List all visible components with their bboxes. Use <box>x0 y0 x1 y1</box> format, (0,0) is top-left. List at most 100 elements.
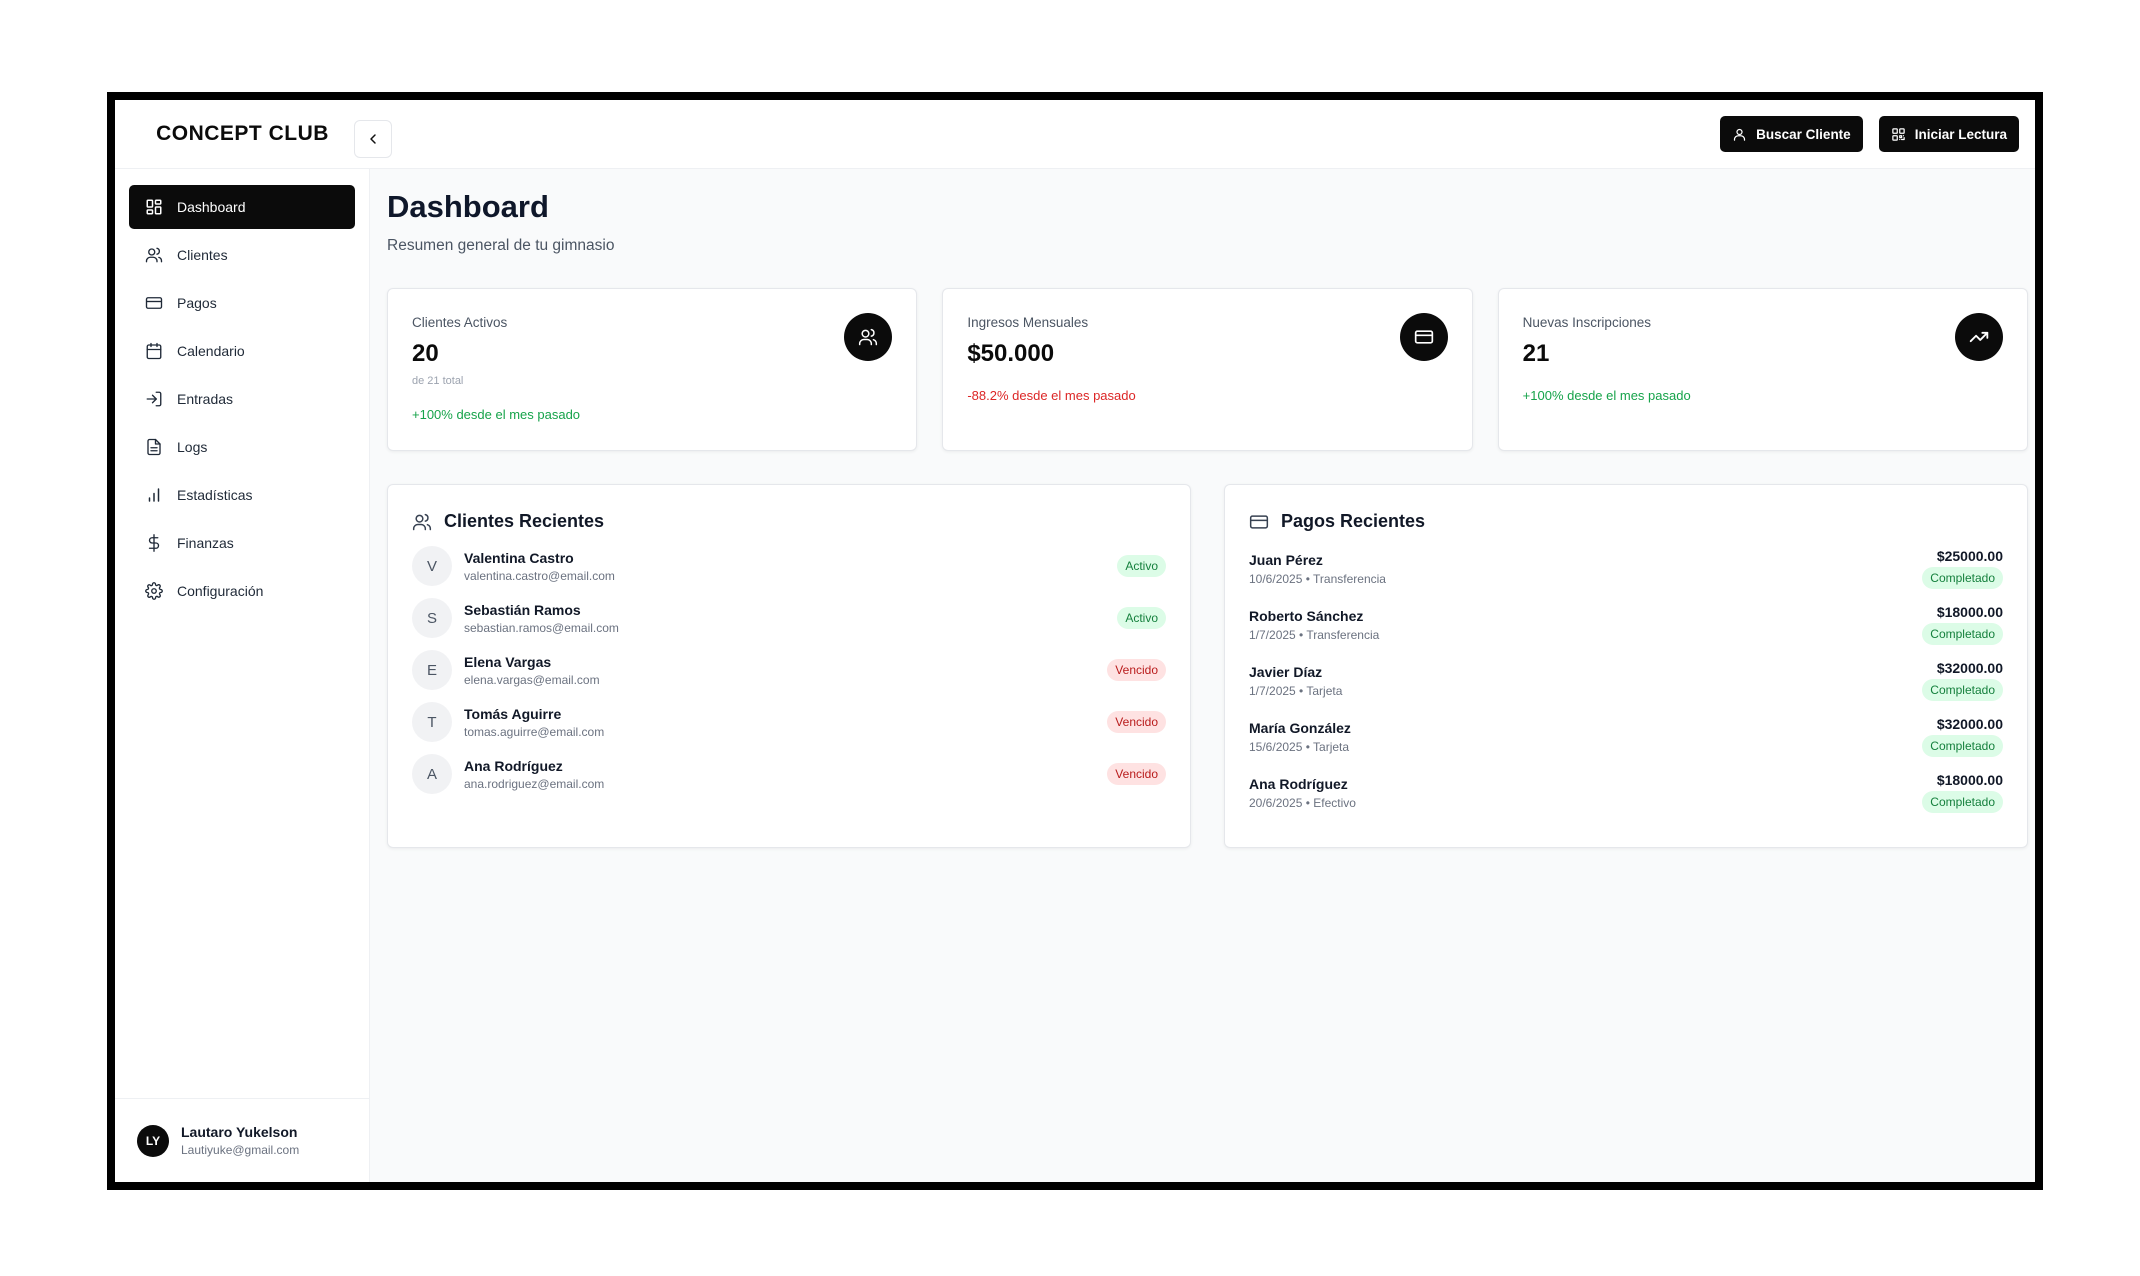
client-name: Tomás Aguirre <box>464 705 562 722</box>
users-icon <box>145 247 163 263</box>
qr-code-icon <box>1891 127 1905 141</box>
sidebar-nav: Dashboard Clientes Pagos Calendario Entr… <box>115 169 369 1098</box>
sidebar-item-finanzas[interactable]: Finanzas <box>129 521 355 565</box>
stat-change: +100% desde el mes pasado <box>1522 388 1691 403</box>
client-info: Elena Vargas elena.vargas@email.com <box>464 654 1107 687</box>
panel-header: Pagos Recientes <box>1249 511 2003 532</box>
start-reading-button[interactable]: Iniciar Lectura <box>1878 116 2019 152</box>
list-item[interactable]: A Ana Rodríguez ana.rodriguez@email.com … <box>412 754 1166 794</box>
recent-clients-panel: Clientes Recientes V Valentina Castro va… <box>387 484 1191 848</box>
list-item[interactable]: Roberto Sánchez 1/7/2025 • Transferencia… <box>1249 604 2003 649</box>
stat-card-active-clients: Clientes Activos 20 de 21 total +100% de… <box>387 288 918 451</box>
payment-info: María González 15/6/2025 • Tarjeta <box>1249 716 1351 761</box>
payment-list: Juan Pérez 10/6/2025 • Transferencia $25… <box>1249 548 2003 817</box>
top-actions: Buscar Cliente Iniciar Lectura <box>1720 116 2035 152</box>
payer-name: María González <box>1249 720 1351 736</box>
status-badge: Completado <box>1922 679 2003 701</box>
credit-card-icon <box>1414 330 1433 344</box>
avatar: V <box>412 546 452 586</box>
sidebar-item-estadisticas[interactable]: Estadísticas <box>129 473 355 517</box>
start-reading-label: Iniciar Lectura <box>1914 126 2007 142</box>
user-icon <box>1734 128 1746 141</box>
client-name: Sebastián Ramos <box>464 601 581 618</box>
list-item[interactable]: María González 15/6/2025 • Tarjeta $3200… <box>1249 716 2003 761</box>
client-email: tomas.aguirre@email.com <box>464 724 605 739</box>
search-client-label: Buscar Cliente <box>1756 126 1851 142</box>
status-badge: Completado <box>1922 567 2003 589</box>
payer-name: Javier Díaz <box>1249 664 1323 680</box>
page-subtitle: Resumen general de tu gimnasio <box>387 237 615 254</box>
list-item[interactable]: Juan Pérez 10/6/2025 • Transferencia $25… <box>1249 548 2003 593</box>
payment-meta: 1/7/2025 • Tarjeta <box>1249 684 1343 698</box>
list-item[interactable]: T Tomás Aguirre tomas.aguirre@email.com … <box>412 702 1166 742</box>
stat-sub: de 21 total <box>412 375 464 387</box>
gear-icon <box>145 582 163 600</box>
status-badge: Vencido <box>1107 711 1166 733</box>
payment-info: Roberto Sánchez 1/7/2025 • Transferencia <box>1249 604 1379 649</box>
stat-change: +100% desde el mes pasado <box>412 407 581 422</box>
sidebar-item-dashboard[interactable]: Dashboard <box>129 185 355 229</box>
avatar: S <box>412 598 452 638</box>
list-item[interactable]: Ana Rodríguez 20/6/2025 • Efectivo $1800… <box>1249 772 2003 817</box>
client-list: V Valentina Castro valentina.castro@emai… <box>412 546 1166 794</box>
client-email: ana.rodriguez@email.com <box>464 776 605 791</box>
bar-chart-icon <box>148 488 160 502</box>
stat-value: $50.000 <box>967 340 1055 367</box>
stat-value: 21 <box>1522 340 1550 367</box>
client-email: valentina.castro@email.com <box>464 568 615 583</box>
payment-meta: 20/6/2025 • Efectivo <box>1249 796 1356 810</box>
page-title: Dashboard <box>387 189 549 224</box>
client-info: Valentina Castro valentina.castro@email.… <box>464 550 1117 583</box>
app-body: Dashboard Clientes Pagos Calendario Entr… <box>115 169 2035 1182</box>
client-info: Tomás Aguirre tomas.aguirre@email.com <box>464 706 1107 739</box>
payment-info: Ana Rodríguez 20/6/2025 • Efectivo <box>1249 772 1356 817</box>
calendar-icon <box>146 342 162 360</box>
list-item[interactable]: V Valentina Castro valentina.castro@emai… <box>412 546 1166 586</box>
dashboard-icon <box>146 199 162 215</box>
sidebar-item-configuracion[interactable]: Configuración <box>129 569 355 613</box>
stats-row: Clientes Activos 20 de 21 total +100% de… <box>387 288 2028 451</box>
top-bar: CONCEPT CLUB Buscar Cliente Iniciar Lect… <box>115 100 2035 169</box>
sidebar-item-clientes[interactable]: Clientes <box>129 233 355 277</box>
payment-amount: $18000.00 <box>1936 772 2003 788</box>
payment-amount: $25000.00 <box>1936 548 2003 564</box>
payment-info: Juan Pérez 10/6/2025 • Transferencia <box>1249 548 1386 593</box>
list-item[interactable]: Javier Díaz 1/7/2025 • Tarjeta $32000.00… <box>1249 660 2003 705</box>
client-name: Valentina Castro <box>464 549 574 566</box>
payment-meta: 15/6/2025 • Tarjeta <box>1249 740 1350 754</box>
sidebar-item-label: Calendario <box>177 343 245 359</box>
sidebar-item-label: Logs <box>177 439 208 455</box>
sidebar-item-label: Configuración <box>177 583 264 599</box>
payer-name: Ana Rodríguez <box>1249 776 1348 792</box>
collapse-sidebar-button[interactable] <box>354 120 392 158</box>
sidebar-item-label: Entradas <box>177 391 234 407</box>
sidebar-item-label: Estadísticas <box>177 487 253 503</box>
payer-name: Roberto Sánchez <box>1249 608 1364 624</box>
status-badge: Completado <box>1922 735 2003 757</box>
payment-amount-group: $32000.00 Completado <box>1922 716 2003 761</box>
status-badge: Completado <box>1922 791 2003 813</box>
sidebar-item-logs[interactable]: Logs <box>129 425 355 469</box>
search-client-button[interactable]: Buscar Cliente <box>1720 116 1863 152</box>
payment-meta: 10/6/2025 • Transferencia <box>1249 572 1386 586</box>
panels-row: Clientes Recientes V Valentina Castro va… <box>387 484 2028 848</box>
recent-payments-panel: Pagos Recientes Juan Pérez 10/6/2025 • T… <box>1224 484 2028 848</box>
login-icon <box>146 391 162 407</box>
sidebar: Dashboard Clientes Pagos Calendario Entr… <box>115 169 370 1182</box>
sidebar-item-entradas[interactable]: Entradas <box>129 377 355 421</box>
sidebar-item-calendario[interactable]: Calendario <box>129 329 355 373</box>
user-email: Lautiyuke@gmail.com <box>181 1143 300 1157</box>
sidebar-item-label: Dashboard <box>177 199 246 215</box>
avatar: A <box>412 754 452 794</box>
trending-up-icon <box>1969 331 1989 343</box>
list-item[interactable]: S Sebastián Ramos sebastian.ramos@email.… <box>412 598 1166 638</box>
list-item[interactable]: E Elena Vargas elena.vargas@email.com Ve… <box>412 650 1166 690</box>
stat-icon-container <box>844 313 893 361</box>
payment-amount: $32000.00 <box>1936 716 2003 732</box>
stat-card-monthly-income: Ingresos Mensuales $50.000 -88.2% desde … <box>942 288 1473 451</box>
payment-meta: 1/7/2025 • Transferencia <box>1249 628 1380 642</box>
user-profile[interactable]: LY Lautaro Yukelson Lautiyuke@gmail.com <box>115 1098 369 1182</box>
sidebar-item-pagos[interactable]: Pagos <box>129 281 355 325</box>
window-frame: CONCEPT CLUB Buscar Cliente Iniciar Lect… <box>107 92 2043 1190</box>
stat-label: Ingresos Mensuales <box>967 315 1089 330</box>
